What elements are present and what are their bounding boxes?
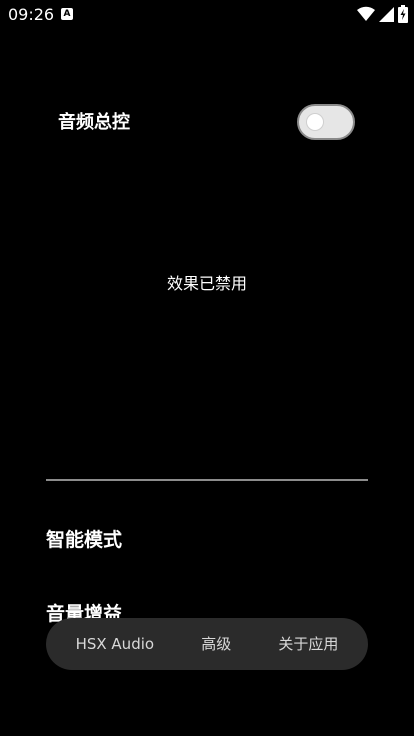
nav-item-hsx-audio[interactable]: HSX Audio [68,629,162,659]
effect-disabled-message: 效果已禁用 [166,274,247,293]
smart-mode-heading[interactable]: 智能模式 [46,526,122,554]
nav-item-about[interactable]: 关于应用 [270,629,346,659]
cellular-signal-icon [379,6,394,22]
status-bar: 09:26 A [0,0,414,30]
app-screen: 09:26 A 音频总控 效果已禁用 智能模式 音量增益 HSX Audio 高… [0,0,414,736]
bottom-navigation: HSX Audio 高级 关于应用 [46,618,368,670]
divider [46,479,368,481]
notification-icon: A [61,8,73,20]
wifi-icon [357,6,375,22]
audio-master-toggle[interactable] [297,104,355,140]
nav-item-advanced[interactable]: 高级 [193,629,239,659]
audio-master-label: 音频总控 [58,112,130,133]
status-icons [357,4,408,24]
status-time: 09:26 [8,5,55,24]
battery-icon [398,5,408,23]
toggle-thumb [307,114,323,130]
